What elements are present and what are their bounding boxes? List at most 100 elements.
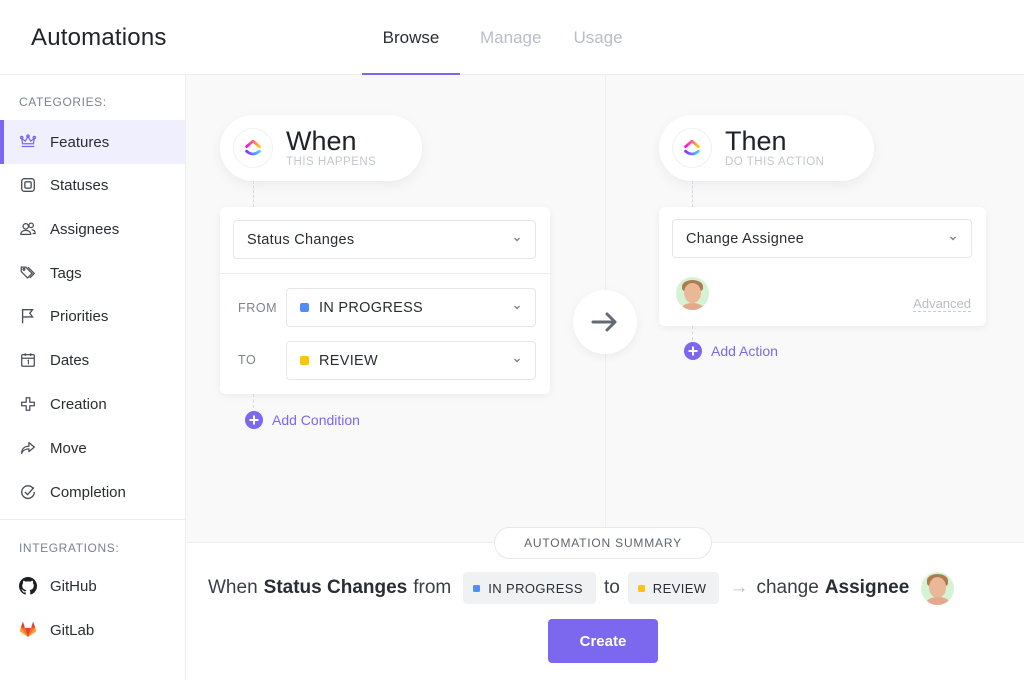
plus-circle-icon <box>245 411 263 429</box>
tab-bar: Browse Manage Usage <box>362 0 639 76</box>
github-icon <box>18 576 38 596</box>
sidebar-item-label: Creation <box>50 395 107 413</box>
summary-when: When <box>208 577 258 598</box>
status-color-dot <box>300 303 309 312</box>
add-action-label: Add Action <box>711 343 778 359</box>
trigger-select[interactable]: Status Changes <box>233 220 536 259</box>
action-value: Change Assignee <box>686 230 805 247</box>
when-title: When <box>286 126 357 156</box>
sidebar-item-label: Completion <box>50 483 126 501</box>
clickup-logo-icon <box>233 128 273 168</box>
sidebar-item-gitlab[interactable]: GitLab <box>0 608 185 652</box>
summary-to: to <box>603 577 620 598</box>
when-header: When THIS HAPPENS <box>220 115 422 181</box>
from-label: FROM <box>238 301 278 315</box>
when-subtitle: THIS HAPPENS <box>286 156 377 168</box>
arrow-right-icon: → <box>729 577 749 598</box>
tab-manage[interactable]: Manage <box>464 0 557 75</box>
tab-usage[interactable]: Usage <box>557 0 638 75</box>
summary-from-status-chip: IN PROGRESS <box>463 572 596 604</box>
trigger-card: Status Changes FROM IN PROGRESS TO REVIE… <box>220 207 550 394</box>
summary-from-status: IN PROGRESS <box>488 580 583 596</box>
card-divider <box>220 273 550 274</box>
chevron-down-icon <box>514 358 520 363</box>
sidebar-item-completion[interactable]: Completion <box>0 470 185 514</box>
sidebar-divider <box>0 519 185 520</box>
sidebar-item-priorities[interactable]: Priorities <box>0 294 185 338</box>
summary-change: change <box>756 577 819 598</box>
sidebar-item-statuses[interactable]: Statuses <box>0 163 185 207</box>
add-condition-button[interactable]: Add Condition <box>245 411 360 429</box>
to-status-value: REVIEW <box>319 352 378 369</box>
sidebar-item-label: Move <box>50 439 87 457</box>
summary-field: Assignee <box>824 577 910 598</box>
summary-to-status-chip: REVIEW <box>627 572 720 604</box>
to-status-select[interactable]: REVIEW <box>286 341 536 380</box>
status-square-icon <box>18 175 38 195</box>
add-action-button[interactable]: Add Action <box>684 342 778 360</box>
sidebar-item-label: GitLab <box>50 621 95 639</box>
advanced-link[interactable]: Advanced <box>913 296 971 312</box>
tab-browse[interactable]: Browse <box>362 0 460 76</box>
summary-to-status: REVIEW <box>652 580 707 596</box>
summary-trigger: Status Changes <box>263 577 408 598</box>
clickup-logo-icon <box>672 128 712 168</box>
categories-heading: CATEGORIES: <box>19 95 107 109</box>
chevron-down-icon <box>514 237 520 242</box>
plus-circle-icon <box>684 342 702 360</box>
header: Automations Browse Manage Usage <box>0 0 1024 76</box>
share-arrow-icon <box>18 438 38 458</box>
sidebar-item-creation[interactable]: Creation <box>0 382 185 426</box>
action-select[interactable]: Change Assignee <box>672 219 972 258</box>
arrow-right-icon <box>591 312 617 332</box>
sidebar-item-assignees[interactable]: Assignees <box>0 207 185 251</box>
integrations-heading: INTEGRATIONS: <box>19 541 120 555</box>
then-subtitle: DO THIS ACTION <box>725 156 825 168</box>
assignee-avatar <box>921 571 955 605</box>
from-status-select[interactable]: IN PROGRESS <box>286 288 536 327</box>
sidebar-item-dates[interactable]: Dates <box>0 338 185 382</box>
sidebar-item-label: Dates <box>50 351 90 369</box>
automation-builder: When THIS HAPPENS Status Changes FROM IN… <box>186 75 1024 542</box>
connector-line <box>253 181 254 207</box>
sidebar-item-label: Priorities <box>50 307 109 325</box>
chevron-down-icon <box>514 305 520 310</box>
assignee-avatar[interactable] <box>676 277 709 310</box>
then-title: Then <box>725 126 787 156</box>
sidebar-item-label: Features <box>50 133 110 151</box>
sidebar-item-label: Statuses <box>50 176 109 194</box>
flow-arrow <box>573 290 637 354</box>
to-label: TO <box>238 353 257 367</box>
chevron-down-icon <box>950 236 956 241</box>
crown-icon <box>18 132 38 152</box>
sidebar: CATEGORIES: Features Statuses Assignees … <box>0 75 186 680</box>
gitlab-icon <box>18 620 38 640</box>
calendar-icon <box>18 350 38 370</box>
summary-sentence: When Status Changes from IN PROGRESS to … <box>208 571 955 605</box>
check-circle-icon <box>18 482 38 502</box>
status-color-dot <box>300 356 309 365</box>
users-icon <box>18 219 38 239</box>
connector-line <box>253 394 254 408</box>
status-color-dot <box>473 584 481 592</box>
summary-badge: AUTOMATION SUMMARY <box>494 527 712 559</box>
from-status-value: IN PROGRESS <box>319 299 424 316</box>
automation-summary: AUTOMATION SUMMARY When Status Changes f… <box>186 527 1024 680</box>
summary-from: from <box>413 577 452 598</box>
create-button[interactable]: Create <box>548 619 658 663</box>
sidebar-item-label: Tags <box>50 264 82 282</box>
flag-icon <box>18 306 38 326</box>
sidebar-item-features[interactable]: Features <box>0 120 185 164</box>
add-condition-label: Add Condition <box>272 412 360 428</box>
connector-line <box>692 181 693 207</box>
sidebar-item-tags[interactable]: Tags <box>0 251 185 295</box>
plus-outline-icon <box>18 394 38 414</box>
sidebar-item-github[interactable]: GitHub <box>0 564 185 608</box>
sidebar-item-move[interactable]: Move <box>0 426 185 470</box>
automations-window: Automations Browse Manage Usage CATEGORI… <box>0 0 1024 680</box>
sidebar-item-label: Assignees <box>50 220 120 238</box>
connector-line <box>692 326 693 340</box>
status-color-dot <box>637 584 645 592</box>
page-title: Automations <box>31 24 167 51</box>
action-card: Change Assignee Advanced <box>659 207 986 326</box>
